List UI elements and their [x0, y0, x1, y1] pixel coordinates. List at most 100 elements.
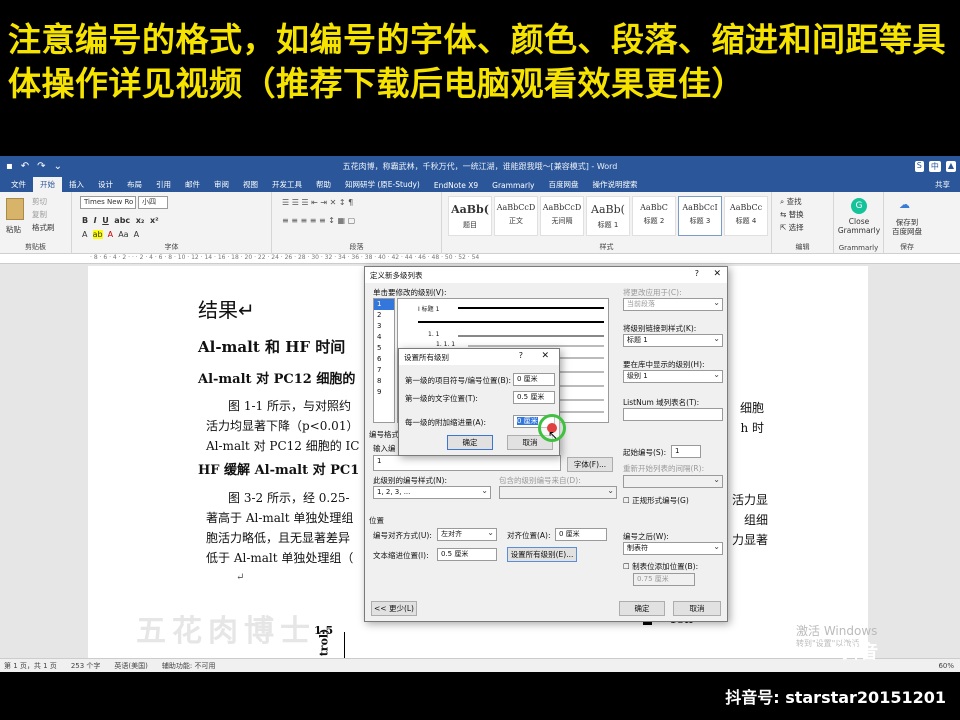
first-text-spinner[interactable]: 0.5 厘米 — [513, 391, 555, 404]
status-language[interactable]: 英语(美国) — [114, 661, 147, 671]
tab-design[interactable]: 设计 — [91, 177, 120, 192]
less-button[interactable]: << 更少(L) — [371, 601, 417, 616]
help-icon[interactable]: ? — [695, 269, 699, 278]
tab-baidu[interactable]: 百度网盘 — [541, 177, 585, 192]
tab-home[interactable]: 开始 — [33, 177, 62, 192]
gallery-level-select[interactable]: 级别 1 — [623, 369, 723, 383]
style-gallery-item[interactable]: AaBb(题目 — [448, 196, 492, 236]
restart-select[interactable] — [623, 474, 723, 488]
tab-layout[interactable]: 布局 — [120, 177, 149, 192]
tab-help[interactable]: 帮助 — [309, 177, 338, 192]
heading-3b[interactable]: HF 缓解 Al-malt 对 PC1 — [198, 459, 359, 478]
style-gallery-item[interactable]: AaBbC 标题 2 — [632, 196, 676, 236]
cloud-icon[interactable]: ☁ — [899, 198, 910, 211]
listnum-input[interactable] — [623, 408, 723, 421]
tab-add-checkbox[interactable]: ☐ 制表位添加位置(B): — [623, 561, 698, 572]
font-size-field[interactable]: 小四 — [138, 196, 168, 209]
tab-references[interactable]: 引用 — [149, 177, 178, 192]
tab-add-spinner[interactable]: 0.75 厘米 — [633, 573, 695, 586]
set-all-levels-button[interactable]: 设置所有级别(E)... — [507, 547, 577, 562]
ime-icon[interactable]: S — [914, 160, 924, 172]
level-item[interactable]: 1 — [374, 299, 394, 310]
find-button[interactable]: ⌕ 查找 — [780, 196, 802, 207]
link-style-select[interactable]: 标题 1 — [623, 333, 723, 347]
first-pos-spinner[interactable]: 0 厘米 — [513, 373, 555, 386]
cut-button[interactable]: 剪切 — [32, 196, 47, 207]
style-gallery-item[interactable]: AaBbCcD 无间隔 — [540, 196, 584, 236]
format-painter-button[interactable]: 格式刷 — [32, 222, 55, 233]
tab-estudy[interactable]: 知网研学 (原E-Study) — [338, 177, 427, 192]
share-button[interactable]: 共享 — [928, 177, 960, 192]
tab-review[interactable]: 审阅 — [207, 177, 236, 192]
lang-icon[interactable]: 中 — [928, 160, 941, 172]
style-gallery-item[interactable]: AaBbCc 标题 4 — [724, 196, 768, 236]
ok-button[interactable]: 确定 — [619, 601, 665, 616]
include-level-select[interactable] — [499, 485, 617, 499]
level-item[interactable]: 7 — [374, 365, 394, 376]
preview-line-2 — [418, 321, 604, 323]
small-ok-button[interactable]: 确定 — [447, 435, 493, 450]
tab-view[interactable]: 视图 — [236, 177, 265, 192]
list-icons[interactable]: ☰ ☰ ☰ ⇤ ⇥ ✕ ↕ ¶ — [282, 198, 353, 207]
tab-insert[interactable]: 插入 — [62, 177, 91, 192]
paste-icon[interactable] — [6, 198, 24, 220]
paragraph-1-cont[interactable]: 活力均显著下降（p<0.01） Al-malt 对 PC12 细胞的 IC — [206, 416, 359, 456]
close-icon[interactable]: ✕ — [713, 269, 721, 279]
level-item[interactable]: 6 — [374, 354, 394, 365]
heading-2[interactable]: Al-malt 和 HF 时间 — [198, 336, 345, 357]
level-item[interactable]: 8 — [374, 376, 394, 387]
heading-results[interactable]: 结果↵ — [198, 294, 255, 323]
tab-tell-me[interactable]: 操作说明搜索 — [585, 177, 644, 192]
level-list[interactable]: 123456789 — [373, 298, 395, 423]
tab-mailings[interactable]: 邮件 — [178, 177, 207, 192]
level-item[interactable]: 2 — [374, 310, 394, 321]
font-group-label: 字体 — [164, 243, 179, 251]
number-style-select[interactable]: 1, 2, 3, ... — [373, 485, 491, 499]
tab-developer[interactable]: 开发工具 — [265, 177, 309, 192]
font-button[interactable]: 字体(F)... — [567, 457, 613, 472]
level-item[interactable]: 3 — [374, 321, 394, 332]
baidu-line2[interactable]: 百度网盘 — [886, 226, 928, 237]
horizontal-ruler[interactable]: · 8 · 6 · 4 · 2 · · · 2 · 4 · 6 · 8 · 10… — [0, 254, 960, 264]
status-accessibility[interactable]: 辅助功能: 不可用 — [162, 661, 216, 671]
align-icons[interactable]: ≡ ≡ ≡ ≡ ≡ ↕ ▦ ▢ — [282, 216, 355, 225]
font-name-field[interactable]: Times New Ro — [80, 196, 136, 209]
cancel-button[interactable]: 取消 — [673, 601, 721, 616]
tab-file[interactable]: 文件 — [4, 177, 33, 192]
follow-select[interactable]: 制表符 — [623, 541, 723, 555]
select-button[interactable]: ⇱ 选择 — [780, 222, 804, 233]
status-page[interactable]: 第 1 页，共 1 页 — [4, 661, 57, 671]
paragraph-2[interactable]: 图 3-2 所示，经 0.25- — [228, 488, 350, 508]
aligned-at-spinner[interactable]: 0 厘米 — [555, 528, 607, 541]
tab-endnote[interactable]: EndNote X9 — [427, 179, 485, 192]
style-gallery-item[interactable]: AaBb(标题 1 — [586, 196, 630, 236]
grammarly-icon[interactable]: G — [851, 198, 867, 214]
apply-to-select[interactable]: 当前段落 — [623, 297, 723, 311]
paragraph-2-cont[interactable]: 著高于 Al-malt 单独处理组 胞活力略低，且无显著差异 低于 Al-mal… — [206, 508, 353, 568]
copy-button[interactable]: 复制 — [32, 209, 47, 220]
grammarly-line2[interactable]: Grammarly — [836, 226, 882, 235]
bold-icon[interactable]: B I U abc x₂ x² — [82, 216, 159, 225]
grammarly-line1[interactable]: Close — [838, 217, 880, 226]
tab-grammarly[interactable]: Grammarly — [485, 179, 541, 192]
start-at-spinner[interactable]: 1 — [671, 445, 701, 458]
status-words[interactable]: 253 个字 — [71, 661, 101, 671]
level-item[interactable]: 9 — [374, 387, 394, 398]
align-select[interactable]: 左对齐 — [437, 527, 497, 541]
replace-button[interactable]: ⇆ 替换 — [780, 209, 804, 220]
paragraph-1[interactable]: 图 1-1 所示，与对照约 — [228, 396, 351, 416]
level-item[interactable]: 5 — [374, 343, 394, 354]
style-gallery-item[interactable]: AaBbCcD 正文 — [494, 196, 538, 236]
style-gallery-item[interactable]: AaBbCcI 标题 3 — [678, 196, 722, 236]
shirt-icon[interactable]: ▲ — [945, 160, 956, 172]
small-close-icon[interactable]: ✕ — [541, 351, 549, 361]
legal-checkbox[interactable]: ☐ 正规形式编号(G) — [623, 495, 689, 506]
level-item[interactable]: 4 — [374, 332, 394, 343]
heading-3a[interactable]: Al-malt 对 PC12 细胞的 — [198, 368, 355, 387]
input-format-field[interactable]: 1 — [373, 455, 561, 471]
small-help-icon[interactable]: ? — [519, 351, 523, 360]
zoom-level[interactable]: 60% — [938, 662, 960, 670]
paste-label[interactable]: 粘贴 — [6, 224, 21, 235]
font-color-icon[interactable]: A ab A Aa A — [82, 230, 139, 239]
indent-spinner[interactable]: 0.5 厘米 — [437, 548, 497, 561]
